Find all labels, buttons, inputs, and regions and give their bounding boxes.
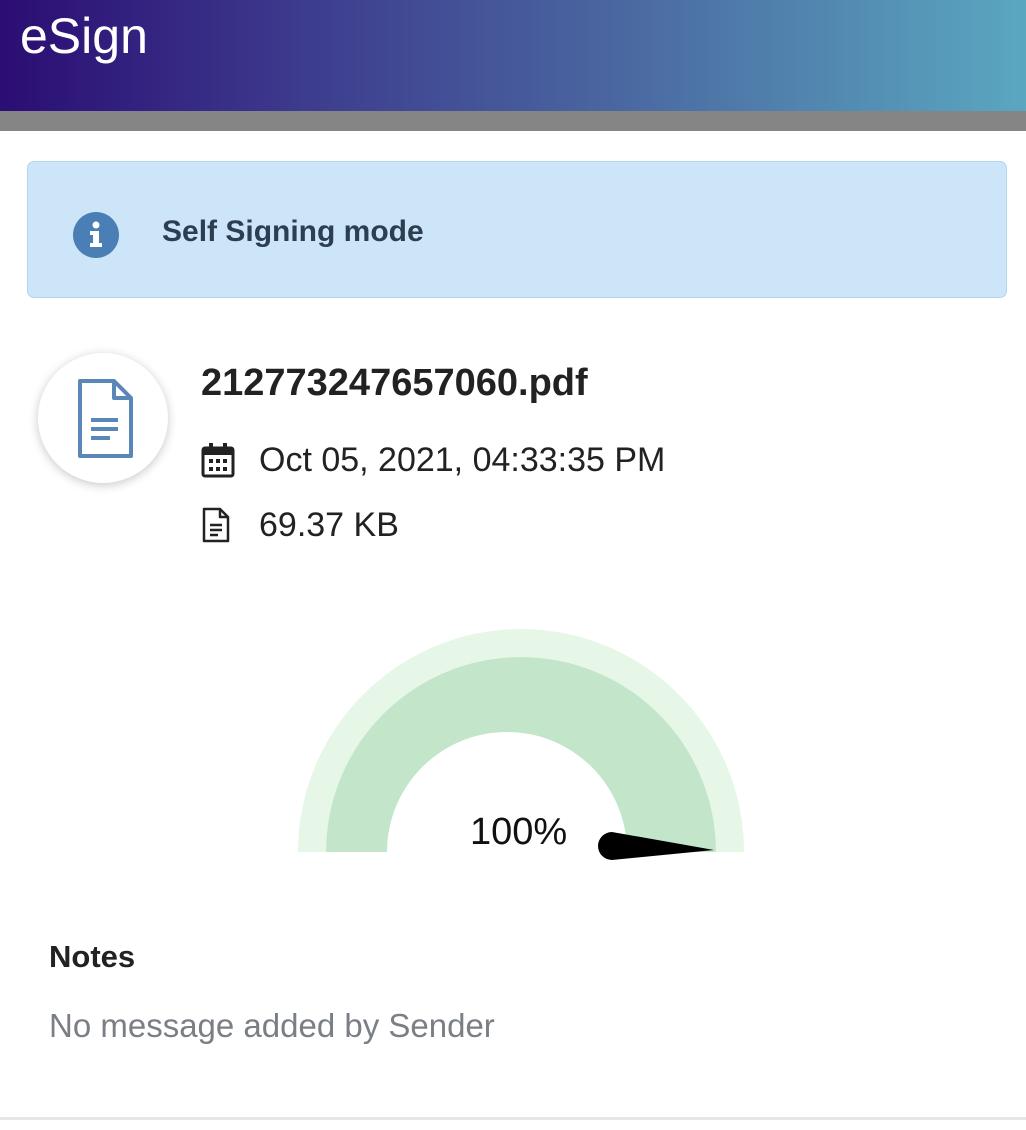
document-avatar (38, 353, 168, 483)
bottom-divider (0, 1117, 1026, 1120)
notes-message: No message added by Sender (49, 1007, 495, 1044)
calendar-icon (201, 443, 235, 478)
document-icon (78, 379, 133, 458)
notes-title: Notes (49, 939, 136, 974)
document-date: Oct 05, 2021, 04:33:35 PM (259, 441, 666, 479)
document-file-name: 212773247657060.pdf (201, 362, 588, 404)
alert-message: Self Signing mode (162, 215, 424, 248)
signing-mode-alert: Self Signing mode (27, 161, 1007, 298)
app-title: eSign (20, 8, 148, 64)
app-header: eSign (0, 0, 1026, 111)
document-size: 69.37 KB (259, 506, 399, 544)
header-divider (0, 111, 1026, 131)
file-icon (202, 507, 230, 543)
progress-label: 100% (470, 811, 568, 853)
info-icon (73, 212, 119, 258)
